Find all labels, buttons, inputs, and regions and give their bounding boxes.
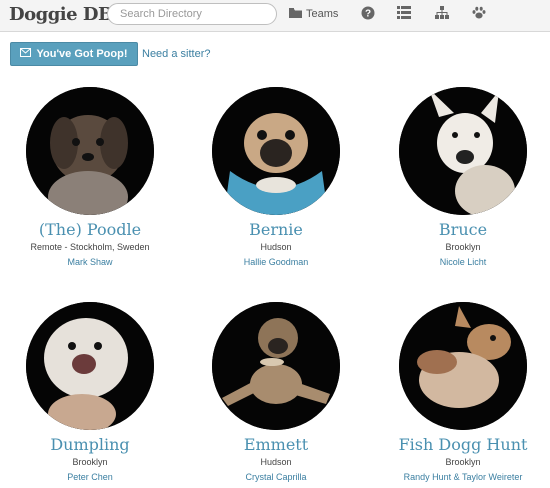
brand-logo[interactable]: Doggie DB [9,4,113,25]
dog-card: Bruce Brooklyn Nicole Licht [373,87,550,268]
dog-name[interactable]: Emmett [186,436,366,454]
dog-card: Bernie Hudson Hallie Goodman [186,87,366,268]
svg-text:?: ? [365,9,371,20]
need-a-sitter-link[interactable]: Need a sitter? [142,48,210,60]
dog-location: Brooklyn [445,242,481,252]
dog-photo[interactable] [399,302,527,430]
dog-location: Hudson [260,242,292,252]
folder-icon [289,7,302,21]
dog-owner-link[interactable]: Mark Shaw [0,256,180,268]
dog-card: Dumpling Brooklyn Peter Chen [0,302,180,483]
dog-photo[interactable] [26,302,154,430]
dog-owner-link[interactable]: Crystal Caprilla [186,471,366,483]
envelope-icon [20,48,32,60]
dog-owner-link[interactable]: Nicole Licht [373,256,550,268]
poop-button-label: You've Got Poop! [36,48,128,60]
dog-owner-link[interactable]: Hallie Goodman [186,256,366,268]
dog-card: Emmett Hudson Crystal Caprilla [186,302,366,483]
dog-location: Brooklyn [72,457,108,467]
list-icon[interactable] [397,6,411,24]
dog-name[interactable]: Bruce [373,221,550,239]
help-icon[interactable]: ? [361,6,375,25]
dog-name[interactable]: Bernie [186,221,366,239]
dog-owner-link[interactable]: Randy Hunt & Taylor Weireter [373,471,550,483]
dog-photo[interactable] [399,87,527,215]
dog-photo[interactable] [212,302,340,430]
dog-photo[interactable] [26,87,154,215]
dog-location: Brooklyn [445,457,481,467]
dog-card: Fish Dogg Hunt Brooklyn Randy Hunt & Tay… [373,302,550,483]
org-chart-icon[interactable] [435,6,449,24]
dog-name[interactable]: (The) Poodle [0,221,180,239]
teams-label: Teams [306,8,339,20]
dog-owner-link[interactable]: Peter Chen [0,471,180,483]
teams-nav-link[interactable]: Teams [289,7,338,21]
dog-name[interactable]: Fish Dogg Hunt [373,436,550,454]
search-input[interactable] [107,3,277,25]
dog-name[interactable]: Dumpling [0,436,180,454]
top-nav-bar: Doggie DB Teams ? [0,0,550,32]
paw-icon[interactable] [472,6,486,25]
dog-photo[interactable] [212,87,340,215]
youve-got-poop-button[interactable]: You've Got Poop! [10,42,138,66]
dog-card: (The) Poodle Remote - Stockholm, Sweden … [0,87,180,268]
dog-location: Hudson [260,457,292,467]
dog-location: Remote - Stockholm, Sweden [30,242,150,252]
